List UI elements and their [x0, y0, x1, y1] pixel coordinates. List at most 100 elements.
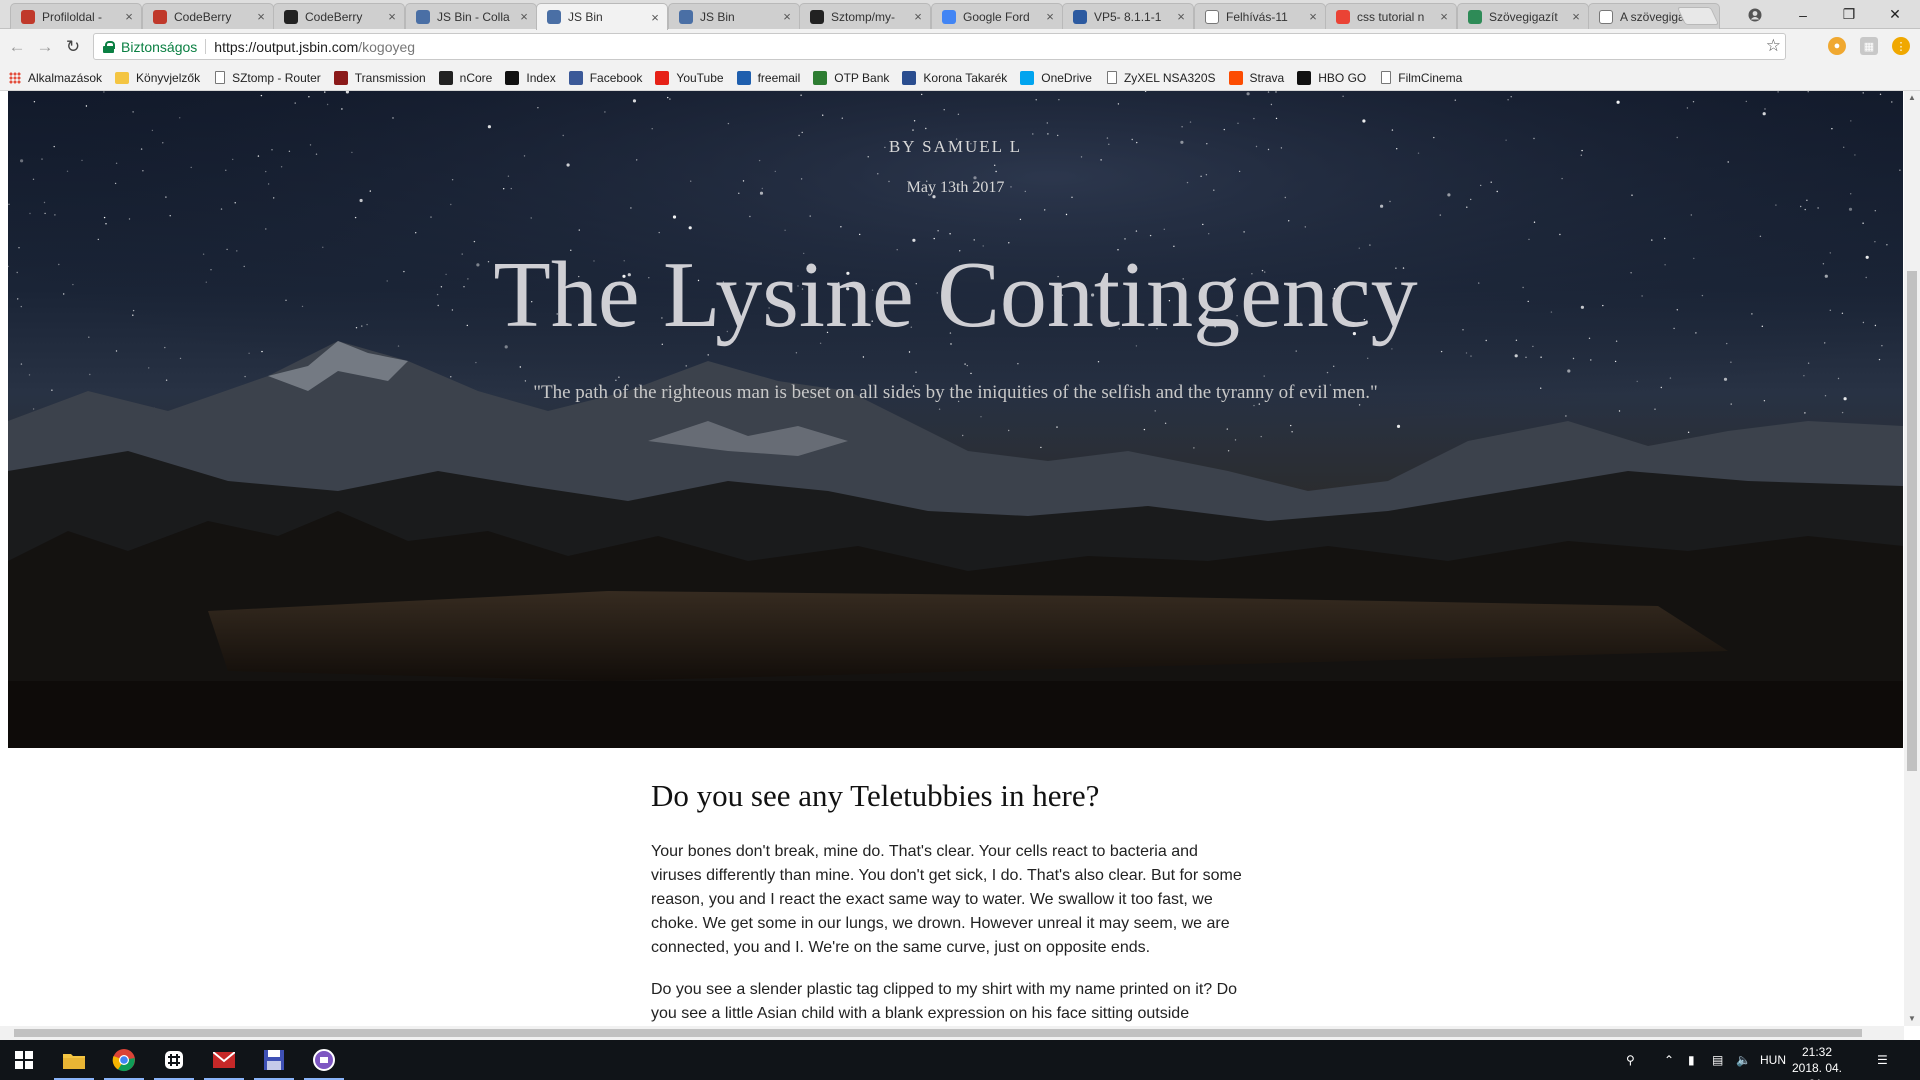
bookmark-item[interactable]: Index	[505, 70, 556, 85]
article-title: The Lysine Contingency	[493, 243, 1418, 347]
browser-tab[interactable]: JS Bin ×	[668, 3, 800, 29]
clock-time: 21:32	[1801, 1045, 1833, 1059]
notification-icon[interactable]: ☰	[1877, 1040, 1897, 1080]
bookmark-item[interactable]: SZtomp - Router	[213, 71, 321, 85]
slack-icon[interactable]	[150, 1040, 198, 1080]
start-icon[interactable]	[0, 1040, 48, 1080]
vertical-scroll-thumb[interactable]	[1907, 271, 1917, 771]
tab-label: JS Bin	[568, 10, 603, 24]
bookmark-item[interactable]: Könyvjelzők	[115, 71, 200, 85]
close-window-button[interactable]: ✕	[1872, 0, 1918, 29]
tab-close-icon[interactable]: ×	[518, 9, 530, 24]
browser-tab[interactable]: Google Ford ×	[931, 3, 1063, 29]
minimize-button[interactable]: –	[1780, 0, 1826, 29]
browser-tab[interactable]: JS Bin - Colla ×	[405, 3, 537, 29]
tab-close-icon[interactable]: ×	[1307, 9, 1319, 24]
bookmarks-bar: Alkalmazások Könyvjelzők SZtomp - Router Tr…	[0, 65, 1920, 91]
tab-close-icon[interactable]: ×	[255, 9, 267, 24]
tab-close-icon[interactable]: ×	[1570, 9, 1582, 24]
bookmark-label: Strava	[1249, 70, 1285, 85]
bookmark-label: Korona Takarék	[923, 70, 1008, 85]
tab-close-icon[interactable]: ×	[1044, 9, 1056, 24]
browser-tab[interactable]: Sztomp/my- ×	[799, 3, 931, 29]
bookmark-star-icon[interactable]: ☆	[1766, 36, 1781, 56]
browser-tab[interactable]: CodeBerry ×	[273, 3, 405, 29]
back-button[interactable]: ←	[5, 35, 29, 59]
translate-icon	[942, 9, 956, 24]
tab-close-icon[interactable]: ×	[912, 9, 924, 24]
app-icon[interactable]	[300, 1040, 348, 1080]
tab-label: Szövegigazít	[1489, 9, 1558, 24]
profile-icon[interactable]	[1732, 0, 1778, 29]
hero-banner: BY SAMUEL L May 13th 2017 The Lysine Con…	[8, 91, 1903, 748]
tab-close-icon[interactable]: ×	[649, 10, 661, 25]
windows-icon	[1020, 70, 1035, 85]
bookmark-item[interactable]: freemail	[736, 70, 800, 85]
extension-puzzle-icon[interactable]: ▦	[1860, 37, 1878, 55]
shield-icon	[1073, 9, 1087, 24]
tab-close-icon[interactable]: ×	[781, 9, 793, 24]
jsbin-icon	[416, 9, 430, 24]
facebook-icon	[568, 70, 583, 85]
browser-tab[interactable]: JS Bin ×	[536, 3, 668, 30]
network-icon[interactable]: ▤	[1712, 1040, 1730, 1080]
battery-icon[interactable]: ▮	[1688, 1040, 1704, 1080]
tab-label: Felhívás-11	[1226, 9, 1288, 24]
browser-tab[interactable]: css tutorial n ×	[1325, 3, 1457, 29]
maximize-button[interactable]: ❐	[1826, 0, 1872, 29]
browser-tab[interactable]: Profiloldal - ×	[10, 3, 142, 29]
volume-icon[interactable]: 🔈	[1736, 1040, 1754, 1080]
bookmark-item[interactable]: Alkalmazások	[9, 71, 102, 85]
address-bar[interactable]: Biztonságos https://output.jsbin.com/kog…	[93, 33, 1786, 60]
bookmark-item[interactable]: Facebook	[568, 70, 642, 85]
tab-close-icon[interactable]: ×	[123, 9, 135, 24]
hbo-icon	[1297, 70, 1312, 85]
codeberry-icon	[21, 9, 35, 24]
browser-tab[interactable]: Szövegigazít ×	[1457, 3, 1589, 29]
people-icon[interactable]: ⚲	[1626, 1040, 1646, 1080]
vertical-scrollbar[interactable]: ▲ ▼	[1904, 91, 1920, 1026]
article-quote: "The path of the righteous man is beset …	[533, 382, 1378, 403]
scroll-down-arrow-icon[interactable]: ▼	[1904, 1012, 1920, 1026]
bookmark-item[interactable]: Transmission	[333, 70, 426, 85]
tab-close-icon[interactable]: ×	[1175, 9, 1187, 24]
bookmark-item[interactable]: OneDrive	[1020, 70, 1092, 85]
horizontal-scroll-thumb[interactable]	[14, 1029, 1862, 1037]
bookmark-item[interactable]: ZyXEL NSA320S	[1105, 71, 1216, 85]
index-icon	[505, 70, 520, 85]
tab-close-icon[interactable]: ×	[386, 9, 398, 24]
github-icon	[810, 9, 824, 24]
korona-icon	[902, 70, 917, 85]
reload-button[interactable]: ↻	[61, 35, 85, 59]
mail-icon[interactable]	[200, 1040, 248, 1080]
scroll-up-arrow-icon[interactable]: ▲	[1904, 91, 1920, 105]
browser-tab[interactable]: CodeBerry ×	[142, 3, 274, 29]
section-heading: Do you see any Teletubbies in here?	[651, 778, 1100, 813]
paragraph: Your bones don't break, mine do. That's …	[651, 843, 1242, 956]
bookmark-item[interactable]: HBO GO	[1297, 70, 1367, 85]
system-clock[interactable]: 21:32 2018. 04. 01.	[1788, 1044, 1846, 1080]
chevron-up-icon[interactable]: ⌃	[1664, 1040, 1678, 1080]
menu-icon[interactable]: ⋮	[1892, 37, 1910, 55]
file-explorer-icon[interactable]	[50, 1040, 98, 1080]
article-date: May 13th 2017	[906, 179, 1005, 196]
tab-close-icon[interactable]: ×	[1438, 9, 1450, 24]
github-icon	[284, 9, 298, 24]
chrome-icon[interactable]	[100, 1040, 148, 1080]
bookmark-item[interactable]: nCore	[438, 70, 492, 85]
jsbin-icon	[679, 9, 693, 24]
extension-icon[interactable]: ●	[1828, 37, 1846, 55]
bookmark-label: FilmCinema	[1398, 70, 1463, 85]
bookmark-item[interactable]: Korona Takarék	[902, 70, 1008, 85]
save-icon[interactable]	[250, 1040, 298, 1080]
bookmark-item[interactable]: OTP Bank	[813, 70, 889, 85]
bookmark-item[interactable]: YouTube	[655, 70, 724, 85]
browser-tab[interactable]: Felhívás-11 ×	[1194, 3, 1326, 29]
bookmark-label: HBO GO	[1318, 70, 1367, 85]
horizontal-scrollbar[interactable]	[0, 1026, 1904, 1040]
language-indicator[interactable]: HUN	[1760, 1040, 1786, 1080]
forward-button[interactable]: →	[33, 35, 57, 59]
bookmark-item[interactable]: Strava	[1228, 70, 1285, 85]
browser-tab[interactable]: VP5- 8.1.1-1 ×	[1062, 3, 1194, 29]
bookmark-item[interactable]: FilmCinema	[1379, 71, 1462, 85]
